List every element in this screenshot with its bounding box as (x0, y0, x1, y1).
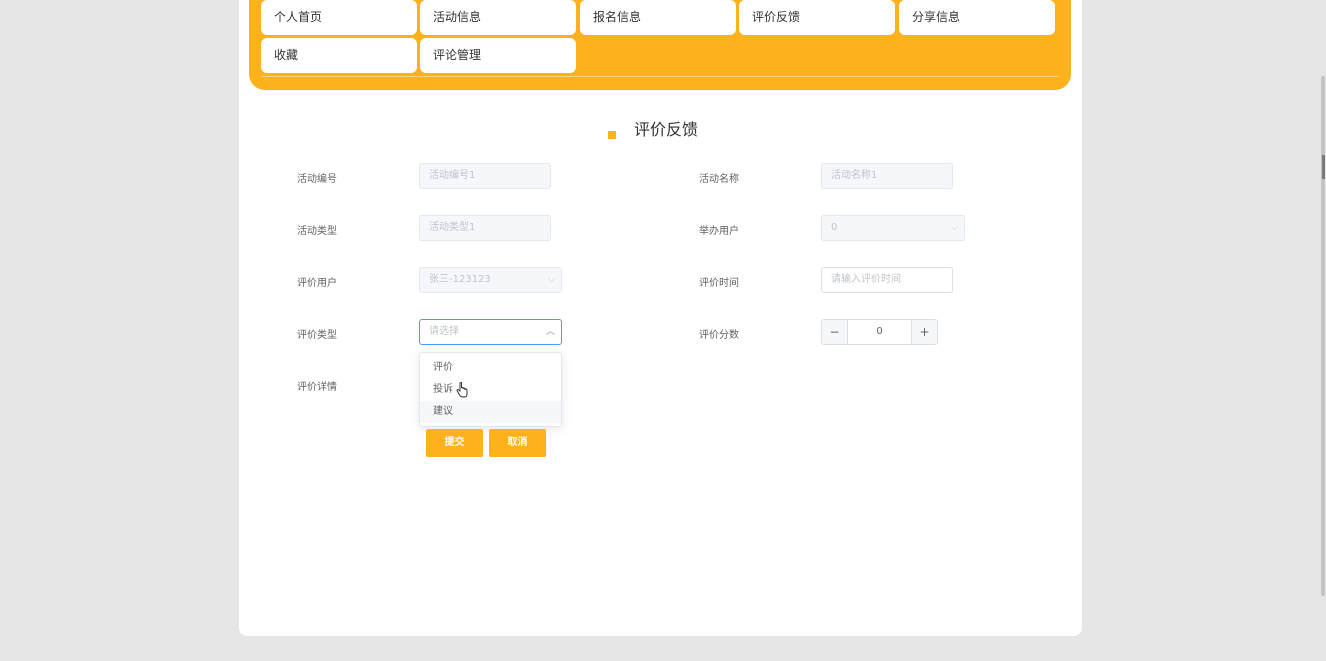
review-type-label: 评价类型 (297, 330, 337, 341)
option-complaint[interactable]: 投诉 (420, 379, 561, 401)
page-title: 评价反馈 (634, 120, 699, 139)
host-user-select: 0 ⌵ (821, 215, 965, 241)
host-user-label: 举办用户 (699, 226, 739, 237)
nav-item-feedback[interactable]: 评价反馈 (739, 0, 895, 35)
review-user-select: 张三-123123 ⌵ (419, 267, 562, 293)
activity-name-label: 活动名称 (699, 174, 739, 185)
review-type-select[interactable]: 请选择 ︿ (419, 319, 562, 345)
nav-item-registrations[interactable]: 报名信息 (580, 0, 736, 35)
review-detail-label: 评价详情 (297, 382, 337, 393)
content-card (239, 0, 1082, 636)
review-type-placeholder: 请选择 (429, 326, 459, 337)
chevron-down-icon: ⌵ (548, 275, 555, 285)
minus-icon[interactable]: − (822, 320, 848, 344)
cancel-button[interactable]: 取消 (489, 429, 546, 457)
nav-divider (261, 76, 1059, 77)
nav-item-comments[interactable]: 评论管理 (420, 38, 576, 73)
review-user-label: 评价用户 (297, 278, 337, 289)
review-time-input[interactable]: 请输入评价时间 (821, 267, 953, 293)
activity-type-field: 活动类型1 (419, 215, 551, 241)
review-score-stepper: − 0 + (821, 319, 938, 345)
submit-button[interactable]: 提交 (426, 429, 483, 457)
scrollbar-thumb[interactable] (1321, 76, 1325, 596)
nav-item-activities[interactable]: 活动信息 (420, 0, 576, 35)
scrollbar-marker (1322, 155, 1325, 179)
option-suggestion[interactable]: 建议 (420, 401, 561, 423)
review-score-value[interactable]: 0 (848, 320, 911, 344)
nav-item-favorites[interactable]: 收藏 (261, 38, 417, 73)
review-time-label: 评价时间 (699, 278, 739, 289)
activity-no-field: 活动编号1 (419, 163, 551, 189)
plus-icon[interactable]: + (911, 320, 937, 344)
option-review[interactable]: 评价 (420, 357, 561, 379)
host-user-value: 0 (831, 222, 838, 233)
review-user-value: 张三-123123 (429, 274, 491, 285)
review-type-dropdown: 评价 投诉 建议 (419, 352, 562, 427)
nav-item-home[interactable]: 个人首页 (261, 0, 417, 35)
review-score-label: 评价分数 (699, 330, 739, 341)
activity-no-label: 活动编号 (297, 174, 337, 185)
hand-cursor-icon (456, 382, 468, 398)
chevron-up-icon: ︿ (545, 327, 555, 337)
chevron-down-icon: ⌵ (951, 223, 958, 233)
top-nav: 个人首页 活动信息 报名信息 评价反馈 分享信息 收藏 评论管理 (249, 0, 1071, 90)
activity-name-field: 活动名称1 (821, 163, 953, 189)
activity-type-label: 活动类型 (297, 226, 337, 237)
nav-item-shares[interactable]: 分享信息 (899, 0, 1055, 35)
title-square-icon (608, 131, 616, 139)
